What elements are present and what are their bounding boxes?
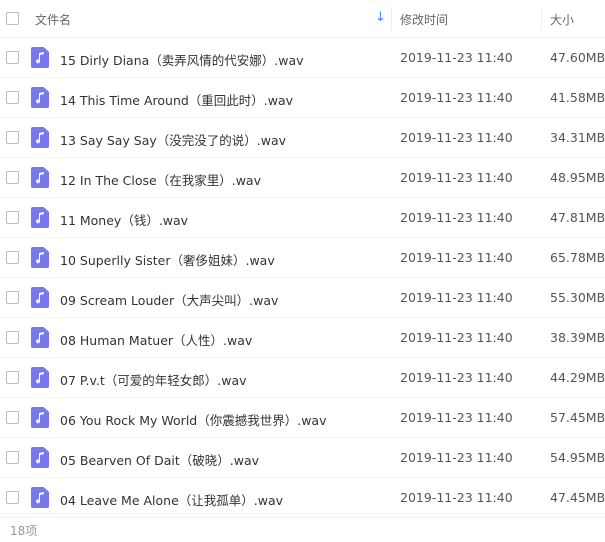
music-note-icon xyxy=(36,372,44,384)
file-size: 38.39MB xyxy=(550,330,605,345)
file-name[interactable]: 06 You Rock My World（你震撼我世界）.wav xyxy=(60,410,327,429)
column-header-modified-time[interactable]: 修改时间 xyxy=(400,11,448,28)
row-checkbox[interactable] xyxy=(6,411,19,424)
file-modified-time: 2019-11-23 11:40 xyxy=(400,490,513,505)
column-header-name[interactable]: 文件名 xyxy=(35,11,71,28)
file-name[interactable]: 08 Human Matuer（人性）.wav xyxy=(60,330,252,349)
music-file-icon xyxy=(31,367,49,388)
row-checkbox[interactable] xyxy=(6,171,19,184)
file-size: 41.58MB xyxy=(550,90,605,105)
file-row[interactable]: 06 You Rock My World（你震撼我世界）.wav 2019-11-… xyxy=(0,398,605,438)
file-size: 44.29MB xyxy=(550,370,605,385)
music-file-icon xyxy=(31,247,49,268)
row-checkbox[interactable] xyxy=(6,91,19,104)
file-row[interactable]: 08 Human Matuer（人性）.wav 2019-11-23 11:40 3… xyxy=(0,318,605,358)
file-list-header: 文件名 ↓ 修改时间 大小 xyxy=(0,0,605,38)
file-row[interactable]: 09 Scream Louder（大声尖叫）.wav 2019-11-23 11:… xyxy=(0,278,605,318)
file-modified-time: 2019-11-23 11:40 xyxy=(400,50,513,65)
file-modified-time: 2019-11-23 11:40 xyxy=(400,290,513,305)
row-checkbox[interactable] xyxy=(6,491,19,504)
file-modified-time: 2019-11-23 11:40 xyxy=(400,90,513,105)
file-size: 47.81MB xyxy=(550,210,605,225)
row-checkbox[interactable] xyxy=(6,51,19,64)
music-file-icon xyxy=(31,87,49,108)
file-row[interactable]: 15 Dirly Diana（卖弄风情的代安娜）.wav 2019-11-23 1… xyxy=(0,38,605,78)
music-file-icon xyxy=(31,207,49,228)
row-checkbox[interactable] xyxy=(6,291,19,304)
column-header-size[interactable]: 大小 xyxy=(550,11,574,28)
music-note-icon xyxy=(36,292,44,304)
file-row[interactable]: 10 Superlly Sister（奢侈姐妹）.wav 2019-11-23 1… xyxy=(0,238,605,278)
file-name[interactable]: 04 Leave Me Alone（让我孤单）.wav xyxy=(60,490,283,509)
music-note-icon xyxy=(36,172,44,184)
column-divider[interactable] xyxy=(391,7,392,31)
music-note-icon xyxy=(36,212,44,224)
file-row[interactable]: 14 This Time Around（重回此时）.wav 2019-11-23 … xyxy=(0,78,605,118)
file-modified-time: 2019-11-23 11:40 xyxy=(400,130,513,145)
music-file-icon xyxy=(31,327,49,348)
file-size: 34.31MB xyxy=(550,130,605,145)
file-row[interactable]: 13 Say Say Say（没完没了的说）.wav 2019-11-23 11:… xyxy=(0,118,605,158)
file-name[interactable]: 13 Say Say Say（没完没了的说）.wav xyxy=(60,130,286,149)
file-row[interactable]: 11 Money（钱）.wav 2019-11-23 11:40 47.81MB xyxy=(0,198,605,238)
file-name[interactable]: 05 Bearven Of Dait（破晓）.wav xyxy=(60,450,259,469)
file-name[interactable]: 15 Dirly Diana（卖弄风情的代安娜）.wav xyxy=(60,50,304,69)
music-note-icon xyxy=(36,412,44,424)
row-checkbox[interactable] xyxy=(6,451,19,464)
file-name[interactable]: 14 This Time Around（重回此时）.wav xyxy=(60,90,293,109)
file-row[interactable]: 05 Bearven Of Dait（破晓）.wav 2019-11-23 11:… xyxy=(0,438,605,478)
music-note-icon xyxy=(36,132,44,144)
file-modified-time: 2019-11-23 11:40 xyxy=(400,170,513,185)
music-file-icon xyxy=(31,287,49,308)
music-file-icon xyxy=(31,407,49,428)
file-size: 55.30MB xyxy=(550,290,605,305)
file-size: 57.45MB xyxy=(550,410,605,425)
file-row[interactable]: 12 In The Close（在我家里）.wav 2019-11-23 11:4… xyxy=(0,158,605,198)
file-size: 54.95MB xyxy=(550,450,605,465)
file-size: 65.78MB xyxy=(550,250,605,265)
row-checkbox[interactable] xyxy=(6,331,19,344)
file-name[interactable]: 10 Superlly Sister（奢侈姐妹）.wav xyxy=(60,250,275,269)
file-name[interactable]: 12 In The Close（在我家里）.wav xyxy=(60,170,261,189)
row-checkbox[interactable] xyxy=(6,371,19,384)
sort-descending-icon[interactable]: ↓ xyxy=(375,11,386,24)
music-note-icon xyxy=(36,92,44,104)
row-checkbox[interactable] xyxy=(6,131,19,144)
row-checkbox[interactable] xyxy=(6,251,19,264)
select-all-checkbox[interactable] xyxy=(6,12,19,25)
music-file-icon xyxy=(31,447,49,468)
file-modified-time: 2019-11-23 11:40 xyxy=(400,370,513,385)
music-file-icon xyxy=(31,47,49,68)
file-name[interactable]: 09 Scream Louder（大声尖叫）.wav xyxy=(60,290,278,309)
file-size: 47.60MB xyxy=(550,50,605,65)
music-file-icon xyxy=(31,167,49,188)
file-modified-time: 2019-11-23 11:40 xyxy=(400,250,513,265)
row-checkbox[interactable] xyxy=(6,211,19,224)
column-divider[interactable] xyxy=(541,7,542,31)
music-note-icon xyxy=(36,452,44,464)
file-row[interactable]: 04 Leave Me Alone（让我孤单）.wav 2019-11-23 11… xyxy=(0,478,605,518)
file-name[interactable]: 07 P.v.t（可爱的年轻女郎）.wav xyxy=(60,370,247,389)
file-row[interactable]: 07 P.v.t（可爱的年轻女郎）.wav 2019-11-23 11:40 44.… xyxy=(0,358,605,398)
file-list: 15 Dirly Diana（卖弄风情的代安娜）.wav 2019-11-23 1… xyxy=(0,38,605,518)
music-file-icon xyxy=(31,487,49,508)
music-note-icon xyxy=(36,332,44,344)
file-size: 48.95MB xyxy=(550,170,605,185)
music-file-icon xyxy=(31,127,49,148)
status-bar: 18项 xyxy=(0,513,605,542)
file-name[interactable]: 11 Money（钱）.wav xyxy=(60,210,188,229)
music-note-icon xyxy=(36,492,44,504)
file-size: 47.45MB xyxy=(550,490,605,505)
file-modified-time: 2019-11-23 11:40 xyxy=(400,410,513,425)
item-count: 18项 xyxy=(10,524,38,538)
music-note-icon xyxy=(36,52,44,64)
file-modified-time: 2019-11-23 11:40 xyxy=(400,450,513,465)
music-note-icon xyxy=(36,252,44,264)
file-modified-time: 2019-11-23 11:40 xyxy=(400,330,513,345)
file-modified-time: 2019-11-23 11:40 xyxy=(400,210,513,225)
